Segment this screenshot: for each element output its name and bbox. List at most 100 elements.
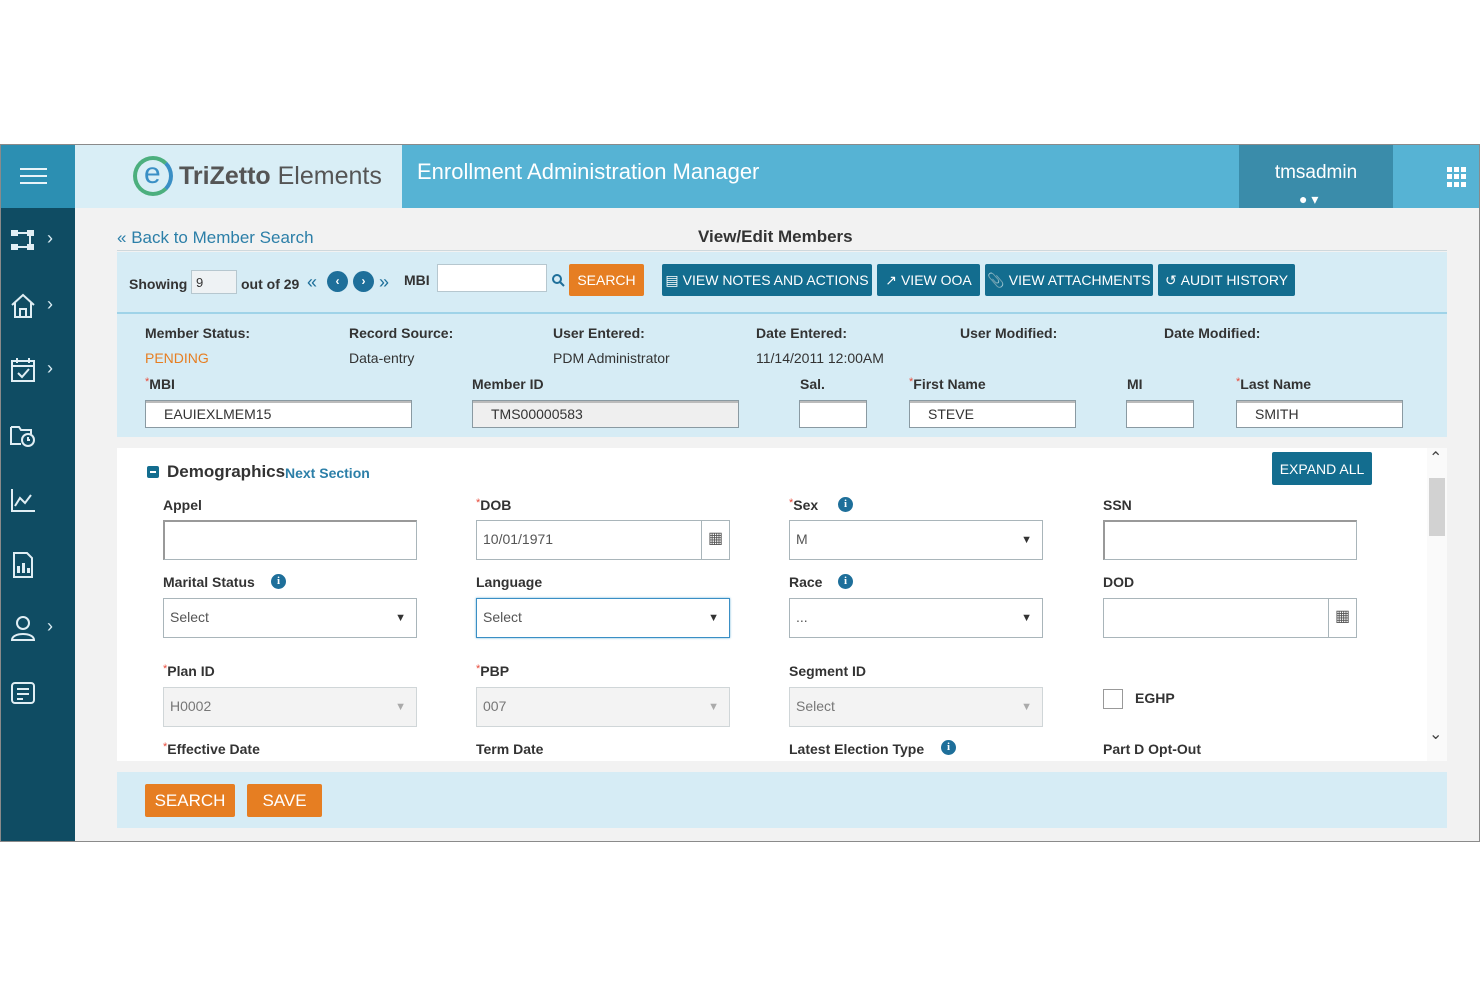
chevron-right-icon: ›	[47, 228, 53, 248]
language-value: Select	[483, 609, 522, 625]
collapse-icon[interactable]	[147, 466, 159, 478]
sidebar-item-tasks[interactable]: ›	[1, 350, 75, 390]
user-entered-value: PDM Administrator	[553, 350, 670, 366]
double-chevron-left-icon: «	[117, 228, 132, 247]
apps-grid-icon[interactable]	[1447, 167, 1467, 187]
back-to-member-search-link[interactable]: « Back to Member Search	[117, 228, 314, 248]
mbi-search-button[interactable]: SEARCH	[569, 264, 644, 296]
marital-status-select[interactable]: Select ▼	[163, 598, 417, 638]
dropdown-arrow-icon: ▼	[708, 612, 719, 624]
info-icon[interactable]: i	[271, 574, 286, 589]
document-icon: ▤	[665, 271, 679, 288]
logo: e TriZetto Elements	[75, 145, 402, 208]
race-select[interactable]: ... ▼	[789, 598, 1043, 638]
info-icon[interactable]: i	[941, 740, 956, 755]
audit-history-button[interactable]: ↺ AUDIT HISTORY	[1158, 264, 1295, 296]
pbp-select: 007 ▼	[476, 687, 730, 727]
part-d-opt-out-label: Part D Opt-Out	[1103, 741, 1201, 757]
menu-icon[interactable]	[1, 145, 75, 208]
record-index-input[interactable]	[191, 270, 237, 294]
language-label: Language	[476, 574, 543, 590]
info-icon[interactable]: i	[838, 574, 853, 589]
sidebar-item-folder-history[interactable]	[1, 415, 75, 455]
view-notes-button[interactable]: ▤ VIEW NOTES AND ACTIONS	[662, 264, 872, 296]
home-icon	[11, 293, 35, 318]
out-of-label: out of 29	[241, 276, 300, 292]
sidebar-item-hierarchy[interactable]: ›	[1, 220, 75, 260]
eghp-checkbox[interactable]	[1103, 689, 1123, 709]
chart-line-icon	[11, 489, 35, 512]
dob-field[interactable]: 10/01/1971 ▦	[476, 520, 730, 560]
pbp-value: 007	[483, 698, 507, 714]
sidebar-item-home[interactable]: ›	[1, 286, 75, 326]
next-section-link[interactable]: Next Section	[285, 465, 370, 481]
dropdown-arrow-icon: ▼	[395, 612, 406, 624]
last-name-field[interactable]: SMITH	[1236, 400, 1403, 428]
date-entered-value: 11/14/2011 12:00AM	[756, 350, 884, 366]
sidebar-item-documents[interactable]	[1, 545, 75, 585]
plan-id-label: *Plan ID	[163, 663, 215, 679]
sex-select[interactable]: M ▼	[789, 520, 1043, 560]
app-window: e TriZetto Elements Enrollment Administr…	[0, 144, 1480, 842]
info-icon[interactable]: i	[838, 497, 853, 512]
dod-label: DOD	[1103, 574, 1135, 590]
member-id-field: TMS00000583	[472, 400, 739, 428]
external-link-icon: ↗	[885, 271, 897, 288]
expand-all-button[interactable]: EXPAND ALL	[1272, 452, 1372, 485]
last-record-icon[interactable]: »	[379, 272, 389, 293]
mbi-field[interactable]: EAUIEXLMEM15	[145, 400, 412, 428]
calendar-check-icon	[11, 358, 35, 382]
action-bar: SEARCH SAVE	[117, 772, 1447, 828]
chevron-right-icon: ›	[47, 358, 53, 378]
date-modified-label: Date Modified:	[1164, 325, 1261, 341]
middle-initial-field[interactable]	[1126, 400, 1194, 428]
user-icon	[10, 616, 36, 641]
next-record-icon[interactable]: ›	[353, 271, 374, 292]
segment-id-value: Select	[796, 698, 835, 714]
hierarchy-icon	[11, 230, 34, 250]
language-select[interactable]: Select ▼	[476, 598, 730, 638]
record-toolbar: Showing out of 29 « ‹ › » MBI SEARCH ▤VI…	[117, 252, 1447, 312]
chevron-down-icon[interactable]: ⌄	[1429, 724, 1442, 744]
top-bar: e TriZetto Elements Enrollment Administr…	[1, 145, 1479, 208]
scrollbar[interactable]: ⌃ ⌄	[1427, 448, 1447, 761]
sex-label: *Sex	[789, 497, 819, 513]
paperclip-icon: 📎	[987, 271, 1005, 288]
view-ooa-button[interactable]: ↗ VIEW OOA	[877, 264, 980, 296]
sex-value: M	[796, 531, 808, 547]
segment-id-label: Segment ID	[789, 663, 867, 679]
ssn-field[interactable]	[1103, 520, 1357, 560]
first-record-icon[interactable]: «	[307, 272, 317, 293]
middle-initial-label: MI	[1127, 376, 1143, 392]
sidebar-item-notes[interactable]	[1, 674, 75, 714]
marital-status-label: Marital Status	[163, 574, 255, 590]
effective-date-label: *Effective Date	[163, 741, 260, 757]
view-attachments-button[interactable]: 📎 VIEW ATTACHMENTS	[985, 264, 1153, 296]
folder-clock-icon	[10, 426, 35, 447]
latest-election-type-label: Latest Election Type	[789, 741, 925, 757]
chevron-right-icon: ›	[47, 294, 53, 314]
first-name-field[interactable]: STEVE	[909, 400, 1076, 428]
mbi-search-input[interactable]	[437, 264, 547, 292]
race-label: Race	[789, 574, 823, 590]
member-info-panel: Member Status: PENDING Record Source: Da…	[117, 312, 1447, 437]
calendar-icon[interactable]: ▦	[701, 521, 729, 559]
sidebar-item-reports[interactable]	[1, 480, 75, 520]
scrollbar-thumb[interactable]	[1429, 478, 1445, 536]
search-button[interactable]: SEARCH	[145, 784, 235, 817]
salutation-field[interactable]	[799, 400, 867, 428]
dod-field[interactable]: ▦	[1103, 598, 1357, 638]
appel-field[interactable]	[163, 520, 417, 560]
sidebar-item-users[interactable]: ›	[1, 608, 75, 648]
divider	[117, 250, 1447, 251]
term-date-label: Term Date	[476, 741, 544, 757]
search-icon[interactable]	[551, 273, 565, 287]
user-entered-label: User Entered:	[553, 325, 645, 341]
calendar-icon[interactable]: ▦	[1328, 599, 1356, 637]
previous-record-icon[interactable]: ‹	[327, 271, 348, 292]
chevron-up-icon[interactable]: ⌃	[1429, 448, 1442, 468]
pbp-label: *PBP	[476, 663, 510, 679]
save-button[interactable]: SAVE	[247, 784, 322, 817]
user-menu[interactable]: tmsadmin ● ▾	[1239, 145, 1393, 208]
member-id-label: Member ID	[472, 376, 544, 392]
